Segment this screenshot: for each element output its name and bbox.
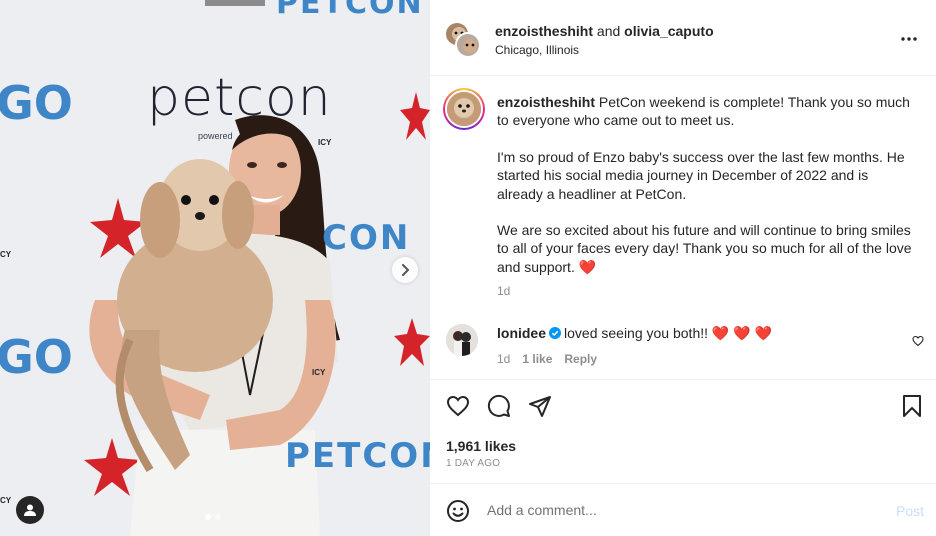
author-username[interactable]: olivia_caputo (624, 23, 713, 39)
comment-timestamp[interactable]: 1d (497, 352, 510, 366)
comment-meta: 1d 1 like Reply (497, 352, 597, 366)
verified-badge-icon (549, 327, 562, 339)
comment-input[interactable] (487, 497, 877, 523)
avatar[interactable] (455, 32, 481, 58)
carousel-dot (205, 514, 211, 520)
backdrop-text: CY (0, 250, 12, 259)
backdrop-text: PETCON (276, 0, 424, 21)
add-comment-bar: Post (430, 483, 936, 536)
share-button[interactable] (528, 394, 552, 421)
carousel-dots (205, 514, 221, 520)
comment-text: loved seeing you both!! (564, 325, 709, 341)
post-caption: enzoistheshiht PetCon weekend is complet… (497, 93, 917, 294)
emoji-button[interactable] (446, 499, 470, 526)
backdrop-text: ICY (318, 138, 332, 147)
comment-icon (487, 394, 510, 417)
backdrop-text: CON (322, 218, 411, 258)
caption-username[interactable]: enzoistheshiht (497, 94, 595, 110)
heart-icon (446, 395, 470, 417)
comment-like-button[interactable] (912, 334, 924, 350)
caption-text: I'm so proud of Enzo baby's success over… (497, 148, 905, 202)
caption-timestamp[interactable]: 1d (497, 284, 510, 298)
authors-conjunction: and (596, 23, 621, 39)
comment-username[interactable]: lonidee (497, 325, 546, 341)
carousel-dot (215, 514, 221, 520)
post-comment-button[interactable]: Post (896, 503, 924, 519)
heart-emoji: ❤️ (578, 258, 597, 275)
post-sidebar: enzoistheshiht and olivia_caputo Chicago… (430, 0, 936, 536)
backdrop-text: GO (0, 330, 73, 384)
like-button[interactable] (446, 394, 470, 421)
comment: lonidee loved seeing you both!! ❤️ ❤️ ❤️ (497, 325, 772, 342)
user-icon (24, 504, 36, 516)
collab-avatars[interactable] (444, 21, 482, 59)
bookmark-icon (903, 395, 921, 417)
post-media[interactable]: petcon powered ICY PETCON CON PETCON GO … (0, 0, 430, 536)
smiley-icon (447, 500, 469, 522)
carousel-next-button[interactable] (392, 257, 418, 283)
heart-emoji: ❤️ ❤️ ❤️ (711, 325, 772, 341)
tagged-users-button[interactable] (16, 496, 44, 524)
author-username[interactable]: enzoistheshiht (495, 23, 593, 39)
post-authors: enzoistheshiht and olivia_caputo (495, 23, 714, 39)
paper-plane-icon (529, 396, 551, 417)
backdrop-text: powered (198, 131, 233, 141)
avatar[interactable] (443, 88, 485, 130)
post-actions (430, 392, 936, 422)
backdrop-text: ICY (312, 368, 326, 377)
reply-button[interactable]: Reply (564, 352, 597, 366)
post-header: enzoistheshiht and olivia_caputo Chicago… (430, 0, 936, 76)
heart-icon (912, 335, 924, 347)
comment-button[interactable] (487, 394, 511, 421)
post-location[interactable]: Chicago, Illinois (495, 43, 579, 57)
avatar[interactable] (446, 324, 478, 356)
comments-area[interactable]: enzoistheshiht PetCon weekend is complet… (430, 76, 936, 380)
more-options-button[interactable] (900, 29, 918, 45)
backdrop-text: PETCON (285, 436, 430, 476)
caption-text: We are so excited about his future and w… (497, 222, 912, 275)
backdrop-text: GO (0, 76, 73, 130)
post-date[interactable]: 1 DAY AGO (446, 458, 500, 469)
petcon-logo: petcon (147, 68, 332, 128)
save-button[interactable] (902, 394, 922, 421)
likes-count[interactable]: 1,961 likes (446, 438, 516, 454)
backdrop-text: CY (0, 496, 12, 505)
more-horizontal-icon (901, 37, 917, 41)
comment-likes[interactable]: 1 like (522, 352, 552, 366)
chevron-right-icon (402, 264, 410, 276)
